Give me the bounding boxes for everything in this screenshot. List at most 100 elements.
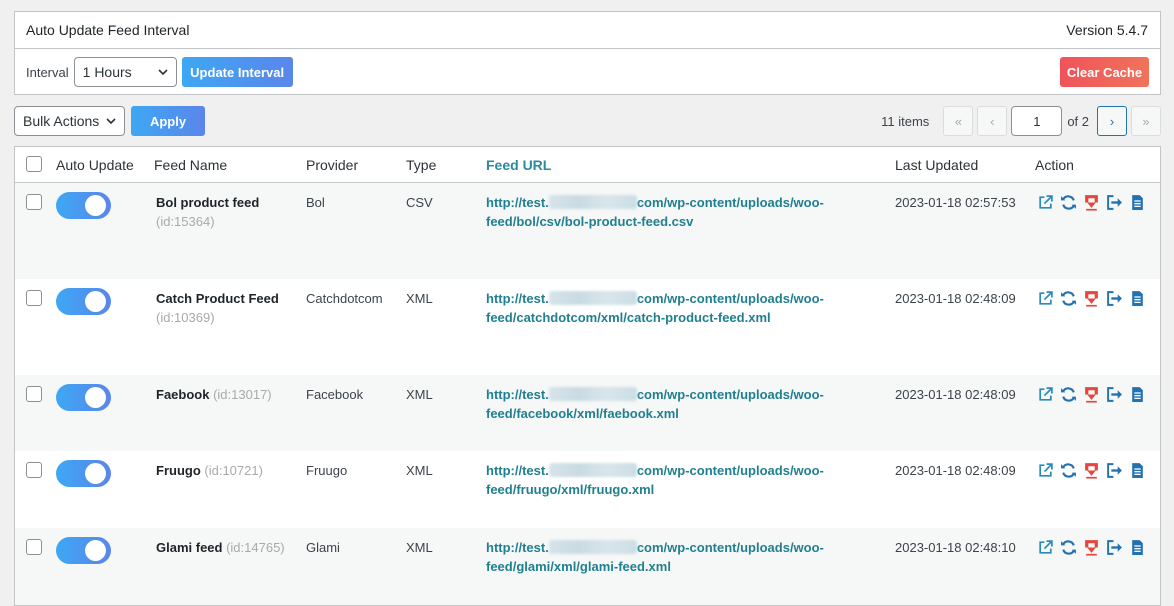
feed-name-cell: Glami feed (id:14765) <box>156 538 296 557</box>
export-icon[interactable] <box>1106 539 1123 556</box>
redacted-domain <box>548 291 637 305</box>
feed-id: (id:10721) <box>204 463 263 478</box>
redacted-domain <box>548 195 637 209</box>
prev-page-button[interactable]: ‹ <box>977 106 1008 136</box>
auto-update-panel: Auto Update Feed Interval Version 5.4.7 … <box>14 11 1161 95</box>
toggle-knob <box>85 387 106 408</box>
next-page-button[interactable]: › <box>1097 106 1127 136</box>
pagination: 11 items « ‹ 1 of 2 › » <box>881 106 1161 136</box>
table-header: Auto Update Feed Name Provider Type Feed… <box>15 147 1160 183</box>
auto-update-toggle[interactable] <box>56 537 111 564</box>
row-checkbox[interactable] <box>26 386 42 402</box>
external-link-icon[interactable] <box>1037 386 1054 403</box>
document-icon[interactable] <box>1129 194 1146 211</box>
header-action: Action <box>1035 157 1074 173</box>
export-icon[interactable] <box>1106 194 1123 211</box>
download-icon[interactable] <box>1083 462 1100 479</box>
feed-table: Auto Update Feed Name Provider Type Feed… <box>14 146 1161 606</box>
url-start: http://test. <box>486 387 549 402</box>
update-interval-button[interactable]: Update Interval <box>181 57 293 87</box>
toggle-knob <box>85 195 106 216</box>
feed-name-cell: Fruugo (id:10721) <box>156 461 296 480</box>
auto-update-toggle[interactable] <box>56 192 111 219</box>
external-link-icon[interactable] <box>1037 462 1054 479</box>
header-last-updated[interactable]: Last Updated <box>895 157 978 173</box>
feed-name-link[interactable]: Faebook <box>156 387 209 402</box>
export-icon[interactable] <box>1106 462 1123 479</box>
bulk-actions-value: Bulk Actions <box>23 113 100 129</box>
feed-id: (id:15364) <box>156 214 215 229</box>
last-updated-cell: 2023-01-18 02:48:10 <box>895 540 1016 555</box>
type-cell: XML <box>406 463 433 478</box>
download-icon[interactable] <box>1083 290 1100 307</box>
last-page-button[interactable]: » <box>1131 106 1161 136</box>
row-actions <box>1037 462 1146 479</box>
feed-url-link[interactable]: http://test. com/wp-content/uploads/woo-f… <box>486 193 846 231</box>
feed-name-cell: Faebook (id:13017) <box>156 385 296 404</box>
row-checkbox[interactable] <box>26 539 42 555</box>
apply-button[interactable]: Apply <box>131 106 205 136</box>
refresh-icon[interactable] <box>1060 290 1077 307</box>
external-link-icon[interactable] <box>1037 194 1054 211</box>
interval-select[interactable]: 1 Hours <box>73 57 177 87</box>
refresh-icon[interactable] <box>1060 386 1077 403</box>
toggle-knob <box>85 463 106 484</box>
provider-cell: Fruugo <box>306 463 348 478</box>
provider-cell: Catchdotcom <box>306 291 383 306</box>
download-icon[interactable] <box>1083 386 1100 403</box>
export-icon[interactable] <box>1106 290 1123 307</box>
feed-name-link[interactable]: Catch Product Feed <box>156 291 279 306</box>
header-type[interactable]: Type <box>406 157 436 173</box>
document-icon[interactable] <box>1129 290 1146 307</box>
header-auto-update: Auto Update <box>56 157 134 173</box>
refresh-icon[interactable] <box>1060 539 1077 556</box>
feed-name-cell: Bol product feed (id:15364) <box>156 193 296 231</box>
feed-name-link[interactable]: Bol product feed <box>156 195 259 210</box>
feed-url-link[interactable]: http://test. com/wp-content/uploads/woo-f… <box>486 289 846 327</box>
total-pages: of 2 <box>1067 113 1089 129</box>
feed-name-link[interactable]: Glami feed <box>156 540 222 555</box>
external-link-icon[interactable] <box>1037 290 1054 307</box>
panel-header: Auto Update Feed Interval Version 5.4.7 <box>15 12 1160 49</box>
current-page-input[interactable]: 1 <box>1011 106 1063 136</box>
provider-cell: Glami <box>306 540 340 555</box>
export-icon[interactable] <box>1106 386 1123 403</box>
download-icon[interactable] <box>1083 194 1100 211</box>
url-line2: feed/facebook/xml/faebook.xml <box>486 406 679 421</box>
type-cell: XML <box>406 387 433 402</box>
header-feed-url[interactable]: Feed URL <box>486 157 551 173</box>
feed-name-link[interactable]: Fruugo <box>156 463 201 478</box>
clear-cache-button[interactable]: Clear Cache <box>1060 57 1149 87</box>
feed-url-link[interactable]: http://test. com/wp-content/uploads/woo-f… <box>486 538 846 576</box>
auto-update-toggle[interactable] <box>56 288 111 315</box>
select-all-checkbox[interactable] <box>26 156 42 172</box>
url-start: http://test. <box>486 463 549 478</box>
auto-update-toggle[interactable] <box>56 460 111 487</box>
feed-id: (id:10369) <box>156 310 215 325</box>
feed-url-link[interactable]: http://test. com/wp-content/uploads/woo-f… <box>486 461 846 499</box>
bulk-actions-select[interactable]: Bulk Actions <box>14 106 125 136</box>
row-checkbox[interactable] <box>26 290 42 306</box>
table-toolbar: Bulk Actions Apply 11 items « ‹ 1 of 2 ›… <box>14 106 1161 137</box>
panel-title: Auto Update Feed Interval <box>26 22 190 38</box>
version-label: Version 5.4.7 <box>1066 22 1148 38</box>
row-checkbox[interactable] <box>26 194 42 210</box>
auto-update-toggle[interactable] <box>56 384 111 411</box>
provider-cell: Facebook <box>306 387 364 402</box>
last-updated-cell: 2023-01-18 02:48:09 <box>895 291 1016 306</box>
first-page-button[interactable]: « <box>943 106 974 136</box>
url-start: http://test. <box>486 195 549 210</box>
feed-url-link[interactable]: http://test. com/wp-content/uploads/woo-f… <box>486 385 846 423</box>
refresh-icon[interactable] <box>1060 462 1077 479</box>
interval-label: Interval <box>26 64 69 80</box>
download-icon[interactable] <box>1083 539 1100 556</box>
external-link-icon[interactable] <box>1037 539 1054 556</box>
document-icon[interactable] <box>1129 539 1146 556</box>
header-feed-name[interactable]: Feed Name <box>154 157 227 173</box>
document-icon[interactable] <box>1129 462 1146 479</box>
refresh-icon[interactable] <box>1060 194 1077 211</box>
row-checkbox[interactable] <box>26 462 42 478</box>
redacted-domain <box>548 540 637 554</box>
header-provider[interactable]: Provider <box>306 157 358 173</box>
document-icon[interactable] <box>1129 386 1146 403</box>
